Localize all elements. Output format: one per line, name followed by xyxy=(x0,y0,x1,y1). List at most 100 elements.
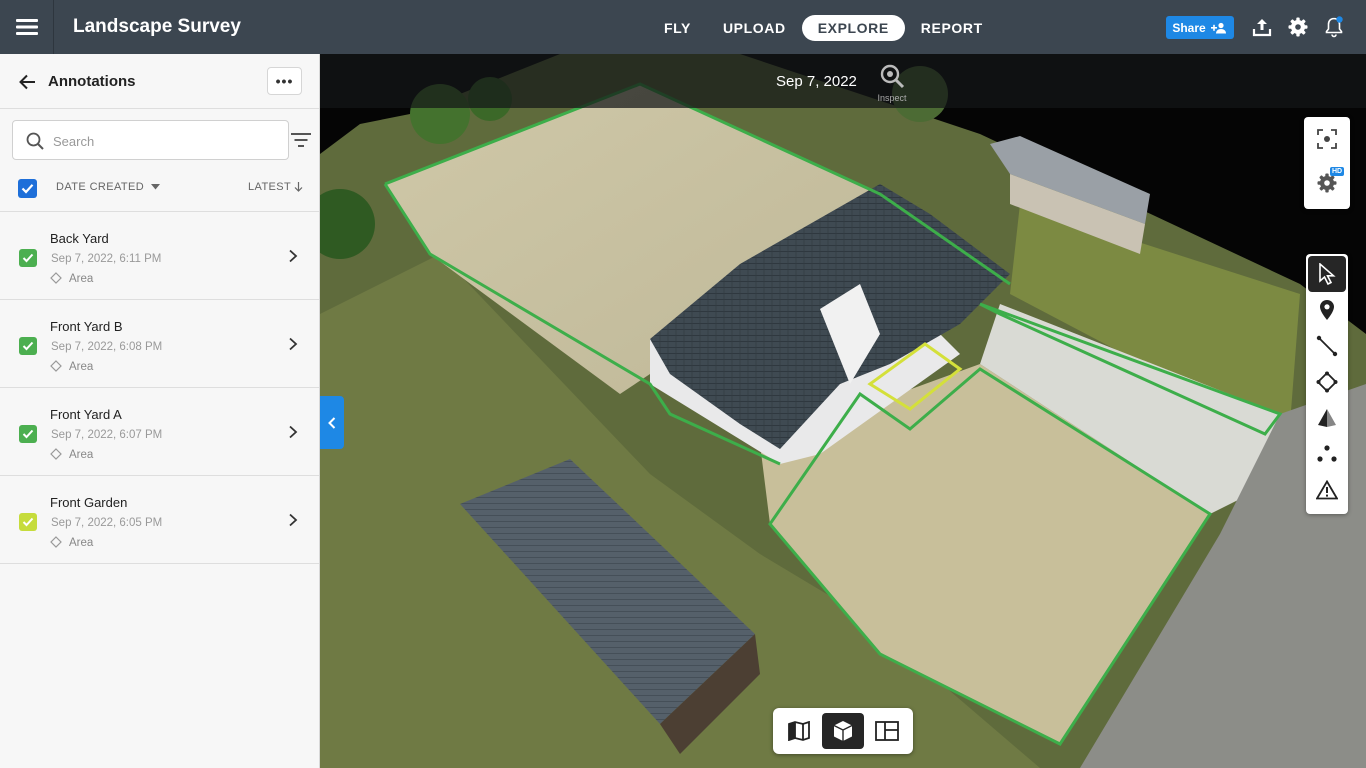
chevron-left-icon xyxy=(328,416,336,429)
upload-button[interactable] xyxy=(1250,15,1274,39)
arrow-down-icon xyxy=(294,182,303,192)
view-controls: HD xyxy=(1304,117,1350,209)
annotation-type: Area xyxy=(69,361,94,373)
notifications-button[interactable] xyxy=(1322,15,1346,39)
caret-down-icon xyxy=(150,184,160,190)
panel-header: Annotations ••• xyxy=(0,54,319,109)
map-pin-icon xyxy=(1320,300,1334,320)
menu-button[interactable] xyxy=(0,0,54,54)
checkmark-icon xyxy=(21,184,34,194)
location-tool[interactable] xyxy=(1308,292,1346,328)
split-layout-icon xyxy=(875,721,899,741)
polygon-area-icon xyxy=(1316,371,1338,393)
hamburger-icon xyxy=(15,19,38,35)
more-options-button[interactable]: ••• xyxy=(267,67,302,95)
annotation-visibility-checkbox[interactable] xyxy=(19,425,37,443)
sort-order-toggle[interactable]: LATEST xyxy=(248,181,303,193)
annotation-type: Area xyxy=(69,449,94,461)
filter-icon[interactable] xyxy=(290,132,312,148)
annotation-list: Back Yard Sep 7, 2022, 6:11 PM Area Front Y… xyxy=(0,212,319,564)
annotations-panel: Annotations ••• DATE CREATED LATEST Back… xyxy=(0,54,320,768)
area-type-icon xyxy=(50,360,62,372)
render-settings-button[interactable]: HD xyxy=(1308,165,1346,201)
warning-triangle-icon xyxy=(1316,480,1338,500)
share-label: Share xyxy=(1172,20,1206,35)
points-tool[interactable] xyxy=(1308,436,1346,472)
checkmark-icon xyxy=(22,253,34,263)
annotation-title: Front Yard B xyxy=(50,319,123,334)
three-dots-icon xyxy=(1317,445,1337,462)
annotation-title: Front Yard A xyxy=(50,407,122,422)
search-icon xyxy=(26,132,44,150)
area-type-icon xyxy=(50,272,62,284)
search-input[interactable] xyxy=(53,131,278,151)
gear-icon xyxy=(1288,17,1308,37)
search-box[interactable] xyxy=(12,120,289,160)
gear-icon xyxy=(1317,173,1337,193)
cursor-arrow-icon xyxy=(1319,263,1336,285)
volume-tool[interactable] xyxy=(1308,400,1346,436)
checkmark-icon xyxy=(22,341,34,351)
annotation-date: Sep 7, 2022, 6:08 PM xyxy=(51,341,163,353)
chevron-right-icon xyxy=(289,513,298,527)
nav-upload[interactable]: UPLOAD xyxy=(707,15,802,41)
3d-view-button[interactable] xyxy=(822,713,864,749)
sort-row: DATE CREATED LATEST xyxy=(0,172,319,212)
settings-button[interactable] xyxy=(1286,15,1310,39)
top-bar: Landscape Survey FLY UPLOAD EXPLORE REPO… xyxy=(0,0,1366,54)
inspect-button[interactable]: Inspect xyxy=(874,63,910,103)
volume-pyramid-icon xyxy=(1318,409,1336,427)
annotation-visibility-checkbox[interactable] xyxy=(19,513,37,531)
bell-icon xyxy=(1325,16,1343,38)
select-all-checkbox[interactable] xyxy=(18,179,37,198)
annotation-visibility-checkbox[interactable] xyxy=(19,249,37,267)
add-user-icon xyxy=(1210,22,1226,33)
panel-title: Annotations xyxy=(48,73,136,90)
split-view-button[interactable] xyxy=(866,713,908,749)
nav-report[interactable]: REPORT xyxy=(905,15,999,41)
share-button[interactable]: Share xyxy=(1166,16,1234,39)
area-tool[interactable] xyxy=(1308,364,1346,400)
sort-field-label: DATE CREATED xyxy=(56,181,145,193)
inspect-label: Inspect xyxy=(877,93,907,103)
back-arrow-icon[interactable] xyxy=(16,71,38,93)
annotation-list-item[interactable]: Back Yard Sep 7, 2022, 6:11 PM Area xyxy=(0,212,319,300)
hd-badge: HD xyxy=(1330,167,1345,176)
select-tool[interactable] xyxy=(1308,256,1346,292)
map-viewport[interactable]: Sep 7, 2022 Inspect HD xyxy=(320,54,1366,768)
annotation-date: Sep 7, 2022, 6:05 PM xyxy=(51,517,163,529)
area-type-icon xyxy=(50,536,62,548)
upload-icon xyxy=(1252,19,1272,37)
annotation-date: Sep 7, 2022, 6:07 PM xyxy=(51,429,163,441)
map-view-button[interactable] xyxy=(778,713,820,749)
chevron-right-icon xyxy=(289,337,298,351)
nav-explore[interactable]: EXPLORE xyxy=(801,15,905,41)
app-title: Landscape Survey xyxy=(73,16,241,37)
distance-tool[interactable] xyxy=(1308,328,1346,364)
area-type-icon xyxy=(50,448,62,460)
annotation-list-item[interactable]: Front Garden Sep 7, 2022, 6:05 PM Area xyxy=(0,476,319,564)
annotation-list-item[interactable]: Front Yard A Sep 7, 2022, 6:07 PM Area xyxy=(0,388,319,476)
fit-view-button[interactable] xyxy=(1308,121,1346,157)
annotation-date: Sep 7, 2022, 6:11 PM xyxy=(51,253,162,265)
checkmark-icon xyxy=(22,429,34,439)
collapse-panel-button[interactable] xyxy=(320,396,344,449)
annotation-list-item[interactable]: Front Yard B Sep 7, 2022, 6:08 PM Area xyxy=(0,300,319,388)
cube-icon xyxy=(833,721,853,741)
annotation-type: Area xyxy=(69,273,94,285)
line-measure-icon xyxy=(1316,335,1338,357)
capture-date[interactable]: Sep 7, 2022 xyxy=(776,73,857,90)
focus-frame-icon xyxy=(1317,129,1337,149)
chevron-right-icon xyxy=(289,425,298,439)
sort-field-dropdown[interactable]: DATE CREATED xyxy=(56,181,160,193)
annotation-type: Area xyxy=(69,537,94,549)
capture-date-bar: Sep 7, 2022 Inspect xyxy=(320,54,1366,108)
folded-map-icon xyxy=(788,721,810,741)
inspect-magnifier-icon xyxy=(880,64,905,89)
annotation-title: Back Yard xyxy=(50,231,109,246)
annotation-visibility-checkbox[interactable] xyxy=(19,337,37,355)
nav-fly[interactable]: FLY xyxy=(648,15,707,41)
aerial-3d-scene[interactable] xyxy=(320,54,1366,768)
issue-tool[interactable] xyxy=(1308,472,1346,508)
chevron-right-icon xyxy=(289,249,298,263)
